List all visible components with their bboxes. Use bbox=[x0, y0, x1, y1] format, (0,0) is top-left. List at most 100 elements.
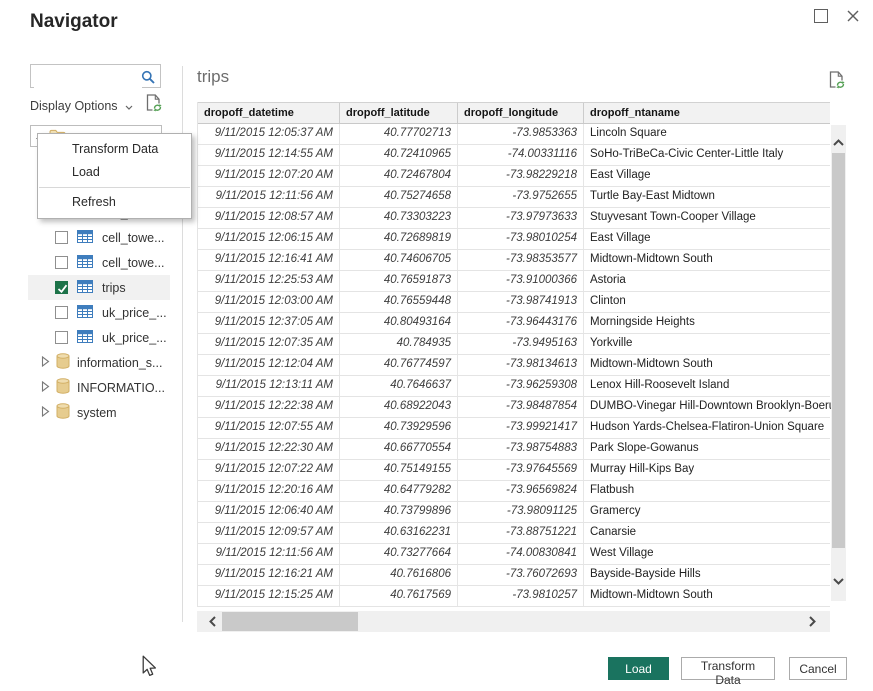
table-cell: -73.9495163 bbox=[458, 334, 584, 354]
tree-item-label: INFORMATIO... bbox=[77, 381, 165, 395]
table-cell: 40.73277664 bbox=[340, 544, 458, 564]
table-cell: 40.63162231 bbox=[340, 523, 458, 543]
display-options-button[interactable]: Display Options bbox=[30, 97, 133, 115]
chevron-down-icon bbox=[125, 105, 133, 110]
table-cell: Gramercy bbox=[584, 502, 831, 522]
table-cell: Lenox Hill-Roosevelt Island bbox=[584, 376, 831, 396]
database-icon-wrap bbox=[56, 378, 70, 397]
sidebar-item-cell-towe[interactable]: cell_towe... bbox=[28, 225, 170, 250]
expand-arrow-wrap[interactable] bbox=[41, 356, 50, 370]
table-cell: East Village bbox=[584, 166, 831, 186]
table-row: 9/11/2015 12:11:56 AM40.73277664-74.0083… bbox=[198, 544, 830, 565]
table-cell: -73.9810257 bbox=[458, 586, 584, 606]
table-icon-wrap bbox=[77, 280, 93, 296]
collapsed-arrow-icon[interactable] bbox=[41, 381, 50, 392]
transform-data-button[interactable]: Transform Data bbox=[681, 657, 775, 680]
horizontal-scroll-thumb[interactable] bbox=[222, 612, 358, 631]
table-row: 9/11/2015 12:11:56 AM40.75274658-73.9752… bbox=[198, 187, 830, 208]
table-cell: 40.68922043 bbox=[340, 397, 458, 417]
table-icon bbox=[77, 255, 93, 268]
menu-item-refresh[interactable]: Refresh bbox=[38, 191, 191, 214]
column-header-dropoff_latitude[interactable]: dropoff_latitude bbox=[340, 103, 458, 123]
search-box bbox=[30, 64, 161, 88]
table-cell: 40.72410965 bbox=[340, 145, 458, 165]
table-cell: -73.98134613 bbox=[458, 355, 584, 375]
table-cell: 9/11/2015 12:05:37 AM bbox=[198, 124, 340, 144]
table-row: 9/11/2015 12:16:41 AM40.74606705-73.9835… bbox=[198, 250, 830, 271]
navigator-tree: cell_towe...cell_towe...cell_towe...trip… bbox=[28, 200, 170, 425]
load-button[interactable]: Load bbox=[608, 657, 669, 680]
maximize-icon[interactable] bbox=[814, 9, 828, 23]
cancel-button[interactable]: Cancel bbox=[789, 657, 847, 680]
sidebar-item-informatio[interactable]: INFORMATIO... bbox=[28, 375, 170, 400]
refresh-preview-icon[interactable] bbox=[829, 71, 845, 90]
preview-title: trips bbox=[197, 67, 229, 87]
table-cell: 9/11/2015 12:25:53 AM bbox=[198, 271, 340, 291]
checkbox-unchecked[interactable] bbox=[55, 231, 68, 244]
sidebar-item-cell-towe[interactable]: cell_towe... bbox=[28, 250, 170, 275]
tree-item-label: uk_price_... bbox=[102, 331, 167, 345]
expand-arrow-wrap[interactable] bbox=[41, 381, 50, 395]
table-cell: 9/11/2015 12:22:30 AM bbox=[198, 439, 340, 459]
sidebar-item-system[interactable]: system bbox=[28, 400, 170, 425]
checkbox-unchecked[interactable] bbox=[55, 331, 68, 344]
collapsed-arrow-icon[interactable] bbox=[41, 406, 50, 417]
horizontal-scrollbar[interactable] bbox=[197, 611, 830, 632]
table-row: 9/11/2015 12:22:30 AM40.66770554-73.9875… bbox=[198, 439, 830, 460]
table-row: 9/11/2015 12:06:15 AM40.72689819-73.9801… bbox=[198, 229, 830, 250]
table-cell: -74.00830841 bbox=[458, 544, 584, 564]
column-header-dropoff_longitude[interactable]: dropoff_longitude bbox=[458, 103, 584, 123]
column-header-dropoff_datetime[interactable]: dropoff_datetime bbox=[198, 103, 340, 123]
database-icon bbox=[56, 403, 70, 419]
checkbox-unchecked[interactable] bbox=[55, 306, 68, 319]
table-cell: 9/11/2015 12:07:22 AM bbox=[198, 460, 340, 480]
table-cell: 9/11/2015 12:16:41 AM bbox=[198, 250, 340, 270]
checkbox-checked[interactable] bbox=[55, 281, 68, 294]
table-row: 9/11/2015 12:22:38 AM40.68922043-73.9848… bbox=[198, 397, 830, 418]
table-cell: -73.98754883 bbox=[458, 439, 584, 459]
sidebar-item-trips[interactable]: trips bbox=[28, 275, 170, 300]
table-cell: 9/11/2015 12:22:38 AM bbox=[198, 397, 340, 417]
menu-item-transform-data[interactable]: Transform Data bbox=[38, 138, 191, 161]
table-cell: 40.77702713 bbox=[340, 124, 458, 144]
table-row: 9/11/2015 12:15:25 AM40.7617569-73.98102… bbox=[198, 586, 830, 607]
table-cell: 9/11/2015 12:37:05 AM bbox=[198, 313, 340, 333]
checkbox-unchecked[interactable] bbox=[55, 256, 68, 269]
menu-item-load[interactable]: Load bbox=[38, 161, 191, 184]
window-controls bbox=[814, 9, 860, 23]
database-icon bbox=[56, 353, 70, 369]
context-menu: Transform DataLoad Refresh bbox=[37, 133, 192, 219]
scroll-down-icon[interactable] bbox=[833, 578, 844, 585]
table-cell: East Village bbox=[584, 229, 831, 249]
sidebar-item-uk-price[interactable]: uk_price_... bbox=[28, 325, 170, 350]
table-icon bbox=[77, 330, 93, 343]
table-cell: 9/11/2015 12:06:40 AM bbox=[198, 502, 340, 522]
scroll-up-icon[interactable] bbox=[833, 139, 844, 146]
table-row: 9/11/2015 12:08:57 AM40.73303223-73.9797… bbox=[198, 208, 830, 229]
collapsed-arrow-icon[interactable] bbox=[41, 356, 50, 367]
table-cell: West Village bbox=[584, 544, 831, 564]
table-cell: 40.64779282 bbox=[340, 481, 458, 501]
table-icon bbox=[77, 280, 93, 293]
refresh-document-icon[interactable] bbox=[146, 94, 162, 113]
database-icon-wrap bbox=[56, 403, 70, 422]
scroll-right-icon[interactable] bbox=[809, 616, 816, 627]
table-header-row: dropoff_datetimedropoff_latitudedropoff_… bbox=[198, 102, 830, 124]
vertical-scrollbar[interactable] bbox=[831, 125, 846, 601]
table-cell: 40.7616806 bbox=[340, 565, 458, 585]
table-cell: Astoria bbox=[584, 271, 831, 291]
table-cell: Canarsie bbox=[584, 523, 831, 543]
expand-arrow-wrap[interactable] bbox=[41, 406, 50, 420]
sidebar-item-information-s[interactable]: information_s... bbox=[28, 350, 170, 375]
column-header-dropoff_ntaname[interactable]: dropoff_ntaname bbox=[584, 103, 831, 123]
table-cell: Morningside Heights bbox=[584, 313, 831, 333]
close-icon[interactable] bbox=[846, 9, 860, 23]
table-icon-wrap bbox=[77, 305, 93, 321]
scroll-left-icon[interactable] bbox=[209, 616, 216, 627]
search-icon[interactable] bbox=[141, 70, 155, 84]
table-row: 9/11/2015 12:20:16 AM40.64779282-73.9656… bbox=[198, 481, 830, 502]
table-cell: Turtle Bay-East Midtown bbox=[584, 187, 831, 207]
search-input[interactable] bbox=[34, 66, 142, 88]
vertical-scroll-thumb[interactable] bbox=[832, 153, 845, 548]
sidebar-item-uk-price[interactable]: uk_price_... bbox=[28, 300, 170, 325]
